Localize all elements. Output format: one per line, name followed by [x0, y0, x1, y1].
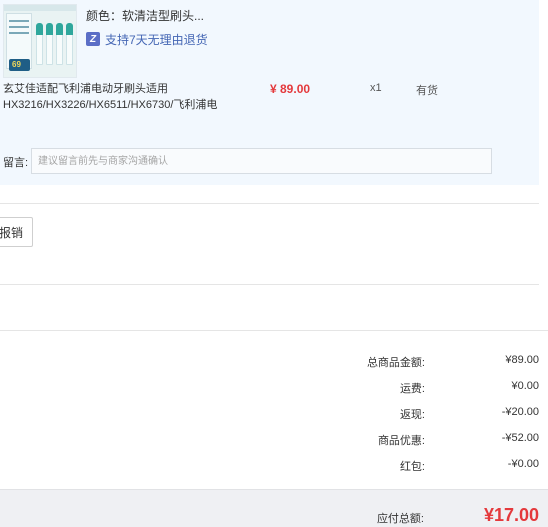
summary-label: 红包: [399, 461, 425, 473]
color-label: 颜色： [86, 9, 123, 23]
summary-value: ¥0.00 [511, 380, 539, 392]
product-stock-status: 有货 [416, 85, 438, 97]
note-label: 留言: [3, 157, 29, 169]
product-price: ¥ 89.00 [270, 82, 311, 96]
summary-row-shipping: 运费: ¥0.00 [299, 380, 539, 396]
summary-value: ¥89.00 [505, 354, 539, 366]
product-color-spec: 颜色：软清洁型刷头... [86, 7, 204, 24]
summary-row-discount: 商品优惠: -¥52.00 [299, 432, 539, 448]
color-value: 软清洁型刷头... [122, 9, 205, 23]
thumbnail-top-band [4, 5, 76, 11]
return-policy-text: 支持7天无理由退货 [105, 32, 208, 47]
summary-value: -¥0.00 [507, 458, 539, 470]
note-input[interactable] [31, 148, 492, 174]
summary-row-goods-total: 总商品金额: ¥89.00 [299, 354, 539, 370]
summary-label: 运费: [399, 383, 425, 395]
product-thumbnail[interactable]: 69 [3, 4, 77, 78]
summary-value: -¥20.00 [501, 406, 539, 418]
summary-value: -¥52.00 [501, 432, 539, 444]
summary-label: 商品优惠: [377, 435, 425, 447]
brush-head-image [56, 23, 63, 65]
summary-row-red-packet: 红包: -¥0.00 [299, 458, 539, 474]
order-item-panel: 69 颜色：软清洁型刷头... Z 支持7天无理由退货 玄艾佳适配飞利浦电动牙刷… [0, 0, 539, 185]
brush-head-image [66, 23, 73, 65]
summary-row-cashback: 返现: -¥20.00 [299, 406, 539, 422]
thumbnail-price-tag: 69 [9, 59, 30, 71]
invoice-reimburse-button[interactable]: 报销 [0, 217, 33, 247]
divider [0, 284, 539, 285]
divider [0, 203, 539, 204]
product-quantity: x1 [370, 82, 382, 94]
summary-label: 总商品金额: [366, 357, 425, 369]
product-name[interactable]: 玄艾佳适配飞利浦电动牙刷头适用HX3216/HX3226/HX6511/HX67… [3, 81, 233, 113]
return-policy[interactable]: Z 支持7天无理由退货 [86, 31, 208, 47]
total-bar: 应付总额: ¥17.00 [0, 489, 548, 527]
divider [0, 330, 548, 331]
total-amount: ¥17.00 [483, 505, 539, 525]
brush-head-image [36, 23, 43, 65]
brush-head-image [46, 23, 53, 65]
summary-label: 返现: [399, 409, 425, 421]
return-policy-icon: Z [86, 32, 100, 46]
total-label: 应付总额: [376, 513, 424, 525]
